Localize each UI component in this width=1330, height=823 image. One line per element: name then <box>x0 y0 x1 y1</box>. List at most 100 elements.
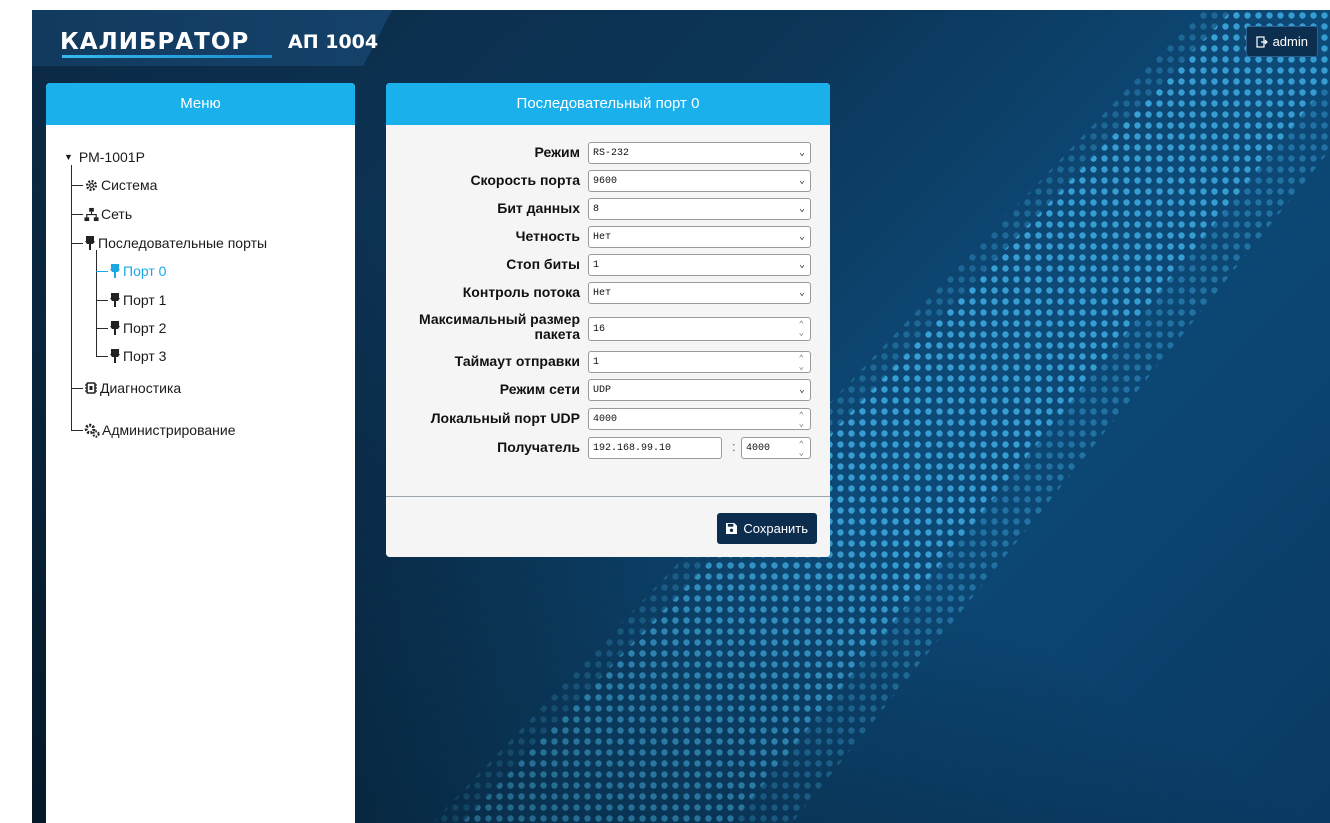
stop-bits-select[interactable]: 1 ⌄ <box>588 254 811 276</box>
menu-item-label: Сеть <box>101 206 133 222</box>
field-label-max-packet: Максимальный размер пакета <box>419 312 580 342</box>
input-value: 4000 <box>593 413 618 425</box>
select-value: 9600 <box>593 175 618 187</box>
caret-down-icon: ▼ <box>64 152 73 162</box>
recipient-ip-input[interactable]: 192.168.99.10 <box>588 437 722 459</box>
spinner-icon: ⌃ ⌄ <box>798 354 804 372</box>
recipient-port-input[interactable]: 4000 ⌃ ⌄ <box>741 437 811 459</box>
admin-gears-icon <box>84 423 100 438</box>
chevron-down-icon: ⌄ <box>798 148 805 159</box>
menu-item-label: Система <box>101 177 158 193</box>
menu-item-label: Диагностика <box>100 380 182 396</box>
field-label-data-bits: Бит данных <box>497 200 580 216</box>
serial-icon <box>110 264 120 278</box>
menu-item-port-3[interactable]: Порт 3 <box>109 348 166 364</box>
spinner-icon: ⌃ ⌄ <box>798 411 804 429</box>
menu-item-label: Последовательные порты <box>98 235 268 251</box>
menu-item-port-0[interactable]: Порт 0 <box>109 263 166 279</box>
field-label-mode: Режим <box>534 144 580 160</box>
tree-branch <box>71 214 83 215</box>
app-window: КАЛИБРАТОР АП 1004 admin Меню ▼ РМ-1001Р… <box>32 10 1330 823</box>
save-label: Сохранить <box>743 521 808 536</box>
chevron-down-icon: ⌄ <box>798 385 805 396</box>
mode-select[interactable]: RS-232 ⌄ <box>588 142 811 164</box>
chevron-down-icon: ⌄ <box>798 232 805 243</box>
logo-underline <box>62 55 272 58</box>
label-line: пакета <box>534 326 581 342</box>
serial-icon <box>110 349 120 363</box>
menu-item-serial-ports[interactable]: Последовательные порты <box>84 235 267 251</box>
menu-item-administration[interactable]: Администрирование <box>84 422 236 438</box>
device-model: АП 1004 <box>288 31 379 53</box>
tree-branch <box>96 328 108 329</box>
tree-branch <box>71 430 83 431</box>
input-value: 4000 <box>746 442 771 454</box>
input-value: 1 <box>593 356 600 368</box>
tree-branch <box>71 185 83 186</box>
logout-icon <box>1255 35 1268 48</box>
menu-item-network[interactable]: Сеть <box>84 206 132 222</box>
local-udp-port-input[interactable]: 4000 ⌃ ⌄ <box>588 408 811 430</box>
max-packet-size-input[interactable]: 16 ⌃ ⌄ <box>588 317 811 341</box>
network-icon <box>84 207 99 221</box>
field-label-local-udp: Локальный порт UDP <box>430 410 580 426</box>
chevron-down-icon: ⌄ <box>798 204 805 215</box>
diagnostics-icon <box>85 382 97 394</box>
tree-branch-active <box>96 271 108 272</box>
send-timeout-input[interactable]: 1 ⌃ ⌄ <box>588 351 811 373</box>
network-mode-select[interactable]: UDP ⌄ <box>588 379 811 401</box>
select-value: 8 <box>593 203 600 215</box>
menu-item-system[interactable]: Система <box>84 177 157 193</box>
tree-root-device[interactable]: ▼ РМ-1001Р <box>64 149 145 165</box>
menu-item-diagnostics[interactable]: Диагностика <box>84 380 181 396</box>
spinner-icon: ⌃ ⌄ <box>798 440 804 458</box>
form-title: Последовательный порт 0 <box>386 83 830 125</box>
tree-branch <box>96 356 108 357</box>
menu-item-label: Порт 0 <box>123 263 167 279</box>
chevron-down-icon: ⌄ <box>798 288 805 299</box>
input-value: 192.168.99.10 <box>593 442 672 454</box>
flow-control-select[interactable]: Нет ⌄ <box>588 282 811 304</box>
field-label-parity: Четность <box>515 228 580 244</box>
field-label-recipient: Получатель <box>497 439 580 455</box>
menu-item-label: Порт 1 <box>123 292 167 308</box>
logo-text: КАЛИБРАТОР <box>60 29 250 55</box>
serial-port-form-panel: Последовательный порт 0 Режим RS-232 ⌄ С… <box>386 83 830 557</box>
tree-branch <box>96 300 108 301</box>
chevron-down-icon: ⌄ <box>798 260 805 271</box>
menu-item-port-1[interactable]: Порт 1 <box>109 292 166 308</box>
user-logout-button[interactable]: admin <box>1245 26 1318 57</box>
label-line: Максимальный размер <box>418 311 580 327</box>
tree-branch <box>71 243 83 244</box>
username-label: admin <box>1272 34 1308 49</box>
field-label-baud: Скорость порта <box>470 172 580 188</box>
serial-icon <box>85 236 95 250</box>
select-value: Нет <box>593 287 612 299</box>
parity-select[interactable]: Нет ⌄ <box>588 226 811 248</box>
menu-item-port-2[interactable]: Порт 2 <box>109 320 166 336</box>
field-label-send-timeout: Таймаут отправки <box>454 353 580 369</box>
select-value: Нет <box>593 231 612 243</box>
serial-icon <box>110 293 120 307</box>
field-label-stop-bits: Стоп биты <box>506 256 580 272</box>
tree-line-ports <box>96 250 97 356</box>
field-label-flow-control: Контроль потока <box>462 284 580 300</box>
select-value: UDP <box>593 384 612 396</box>
tree-branch <box>71 388 83 389</box>
save-button[interactable]: Сохранить <box>717 513 817 544</box>
input-value: 16 <box>593 323 606 335</box>
baud-rate-select[interactable]: 9600 ⌄ <box>588 170 811 192</box>
select-value: 1 <box>593 259 600 271</box>
tree-root-label: РМ-1001Р <box>78 149 145 165</box>
menu-panel: Меню ▼ РМ-1001Р Система Сеть Последовате… <box>46 83 355 823</box>
form-body: Режим RS-232 ⌄ Скорость порта 9600 ⌄ Бит… <box>386 125 830 497</box>
gear-icon <box>85 179 98 191</box>
save-icon <box>726 523 738 534</box>
menu-item-label: Администрирование <box>102 422 236 438</box>
chevron-down-icon: ⌄ <box>798 176 805 187</box>
data-bits-select[interactable]: 8 ⌄ <box>588 198 811 220</box>
form-footer: Сохранить <box>386 497 830 557</box>
top-bar: КАЛИБРАТОР АП 1004 admin <box>32 10 1330 66</box>
serial-icon <box>110 321 120 335</box>
menu-item-label: Порт 3 <box>123 348 167 364</box>
